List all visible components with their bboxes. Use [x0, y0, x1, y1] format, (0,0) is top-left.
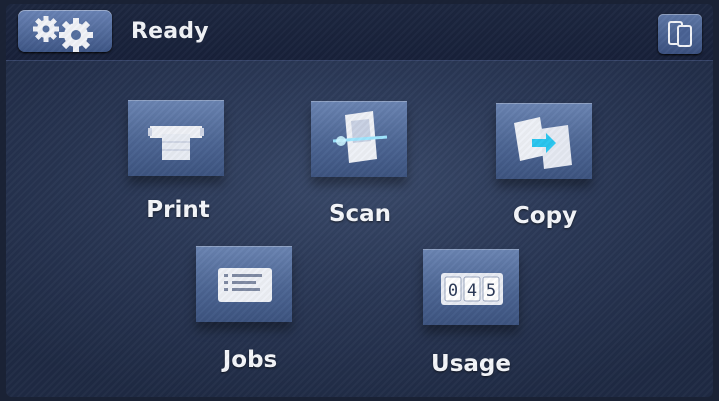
jobs-label: Jobs: [222, 347, 278, 373]
print-label: Print: [146, 197, 210, 223]
device-connection-button[interactable]: [658, 14, 702, 54]
jobs-tile[interactable]: [196, 246, 296, 330]
printer-status: Ready: [131, 19, 209, 44]
usage-counter-icon: 0 4 5: [441, 273, 503, 305]
copy-label: Copy: [512, 203, 578, 229]
settings-button[interactable]: [18, 10, 112, 52]
usage-digit-2: 4: [467, 281, 477, 301]
wireless-direct-icon: [668, 21, 692, 47]
print-tile[interactable]: [128, 100, 228, 184]
jobs-icon: [218, 268, 272, 302]
usage-digit-1: 0: [448, 281, 458, 301]
copy-tile[interactable]: [496, 103, 596, 187]
copy-icon: [514, 117, 572, 169]
scan-icon: [332, 111, 388, 163]
scan-label: Scan: [328, 201, 392, 227]
printer-control-panel: Ready Print Scan Copy Jobs 0 4 5 Usage: [6, 4, 713, 397]
print-icon: [148, 126, 204, 160]
top-bar: Ready: [6, 4, 713, 61]
gear-icon: [33, 16, 93, 52]
usage-tile[interactable]: 0 4 5: [423, 249, 523, 333]
usage-label: Usage: [431, 351, 511, 377]
usage-digit-3: 5: [486, 281, 496, 301]
scan-tile[interactable]: [311, 101, 411, 185]
